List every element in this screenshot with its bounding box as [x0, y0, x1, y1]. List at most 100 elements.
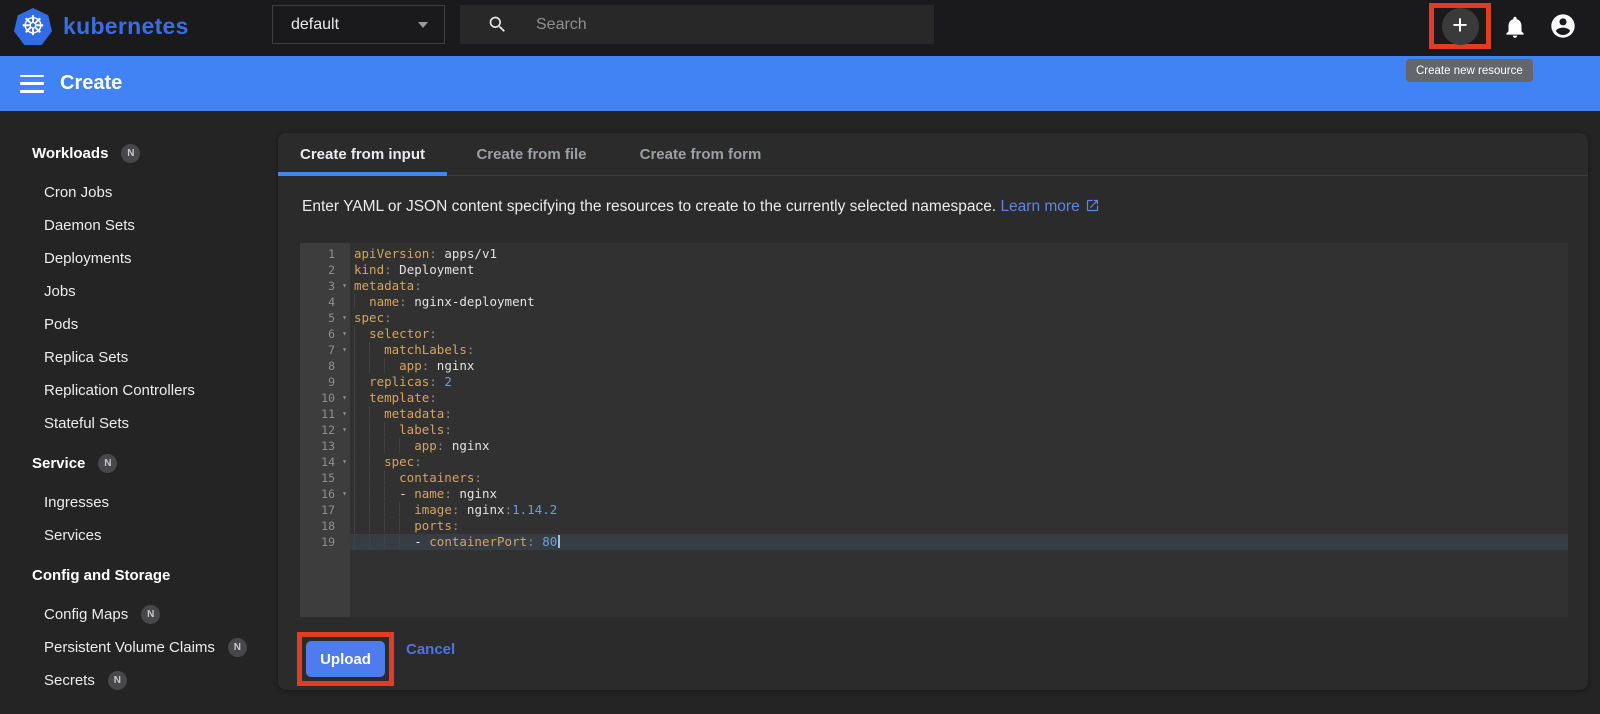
upload-button[interactable]: Upload [306, 641, 385, 677]
fold-arrow-icon[interactable]: ▾ [342, 454, 347, 470]
line-number: 8 [328, 359, 335, 373]
editor-gutter: 1 2 3 ▾ 4 5 ▾ 6 ▾ 7 ▾ 8 9 10 ▾ 11 ▾ 12 ▾ 13 14 ▾ 15 16 ▾ 17 18 19 [300, 243, 350, 617]
namespace-selector[interactable]: default [272, 5, 445, 44]
code-line-12: labels: [350, 422, 1568, 438]
app-bar: Create [0, 56, 1600, 111]
line-number: 15 [321, 471, 335, 485]
line-number: 6 ▾ [328, 326, 347, 342]
sidebar-item-pods[interactable]: Pods [0, 308, 278, 341]
search-placeholder: Search [536, 15, 587, 33]
sidebar-nav: Workloads N Cron Jobs Daemon Sets Deployment… [0, 111, 278, 714]
yaml-editor[interactable]: 1 2 3 ▾ 4 5 ▾ 6 ▾ 7 ▾ 8 9 10 ▾ 11 ▾ 12 ▾ 13 14 ▾ 15 16 ▾ 17 18 19 a… [300, 243, 1568, 617]
sidebar-item-label: Jobs [44, 283, 76, 300]
create-description: Enter YAML or JSON content specifying th… [302, 198, 1100, 218]
description-text: Enter YAML or JSON content specifying th… [302, 198, 997, 215]
code-line-3: metadata: [354, 278, 422, 293]
sidebar-item-persistent-volume-claims[interactable]: Persistent Volume Claims N [0, 631, 278, 664]
line-number: 2 [328, 263, 335, 277]
sidebar-item-label: Pods [44, 316, 79, 333]
tab-bar: Create from input Create from file Create … [278, 133, 1588, 176]
tab-create-from-form[interactable]: Create from form [616, 133, 785, 175]
sidebar-item-cron-jobs[interactable]: Cron Jobs [0, 176, 278, 209]
code-line-14: spec: [350, 454, 1568, 470]
account-button[interactable] [1549, 12, 1577, 40]
sidebar-item-jobs[interactable]: Jobs [0, 275, 278, 308]
sidebar-item-label: Daemon Sets [44, 217, 135, 234]
notifications-button[interactable] [1501, 13, 1529, 41]
kubernetes-logo[interactable]: ☸ kubernetes [14, 8, 189, 45]
line-number: 10 ▾ [321, 390, 347, 406]
tooltip-create-new-resource: Create new resource [1406, 59, 1533, 82]
sidebar-item-label: Services [44, 527, 102, 544]
line-number: 18 [321, 519, 335, 533]
code-line-15: containers: [350, 470, 1568, 486]
fold-arrow-icon[interactable]: ▾ [342, 326, 347, 342]
sidebar-section-service[interactable]: Service N [32, 453, 278, 473]
sidebar-item-config-maps[interactable]: Config Maps N [0, 598, 278, 631]
logo-text: kubernetes [63, 13, 189, 39]
line-number: 7 ▾ [328, 342, 347, 358]
search-icon [487, 14, 508, 35]
hamburger-icon [20, 74, 44, 78]
code-line-2: kind: Deployment [354, 262, 475, 277]
code-line-8: app: nginx [350, 358, 1568, 374]
bell-icon [1502, 14, 1528, 40]
code-line-9: replicas: 2 [350, 374, 1568, 390]
line-number: 19 [321, 535, 335, 549]
fold-arrow-icon[interactable]: ▾ [342, 422, 347, 438]
line-number: 9 [328, 375, 335, 389]
top-bar: ☸ kubernetes default Search + [0, 0, 1600, 56]
fold-arrow-icon[interactable]: ▾ [342, 310, 347, 326]
new-badge: N [141, 605, 161, 624]
chevron-down-icon [418, 21, 428, 28]
line-number: 5 ▾ [328, 310, 347, 326]
new-badge: N [98, 453, 118, 473]
sidebar-item-daemon-sets[interactable]: Daemon Sets [0, 209, 278, 242]
code-line-11: metadata: [350, 406, 1568, 422]
account-circle-icon [1549, 12, 1577, 40]
tab-create-from-file[interactable]: Create from file [447, 133, 616, 175]
sidebar-item-label: Persistent Volume Claims [44, 639, 215, 656]
code-line-6: selector: [350, 326, 1568, 342]
namespace-value: default [291, 15, 340, 33]
sidebar-section-workloads[interactable]: Workloads N [32, 143, 278, 163]
create-card: Create from input Create from file Create … [278, 133, 1588, 690]
menu-button[interactable] [20, 74, 44, 93]
line-number: 16 ▾ [321, 486, 347, 502]
sidebar-item-label: Stateful Sets [44, 415, 130, 432]
fold-arrow-icon[interactable]: ▾ [342, 406, 347, 422]
fold-arrow-icon[interactable]: ▾ [342, 486, 347, 502]
sidebar-item-replication-controllers[interactable]: Replication Controllers [0, 374, 278, 407]
line-number: 4 [328, 295, 335, 309]
line-number: 14 ▾ [321, 454, 347, 470]
sidebar-item-replica-sets[interactable]: Replica Sets [0, 341, 278, 374]
new-badge: N [121, 143, 141, 163]
sidebar-item-secrets[interactable]: Secrets N [0, 664, 278, 697]
fold-arrow-icon[interactable]: ▾ [342, 390, 347, 406]
line-number: 1 [328, 247, 335, 261]
code-line-17: image: nginx:1.14.2 [350, 502, 1568, 518]
page-title: Create [60, 72, 123, 94]
cancel-button[interactable]: Cancel [406, 641, 455, 658]
sidebar-item-stateful-sets[interactable]: Stateful Sets [0, 407, 278, 440]
fold-arrow-icon[interactable]: ▾ [342, 342, 347, 358]
code-line-4: name: nginx-deployment [350, 294, 1568, 310]
sidebar-item-deployments[interactable]: Deployments [0, 242, 278, 275]
fold-arrow-icon[interactable]: ▾ [342, 278, 347, 294]
annotation-box-add: + [1429, 3, 1491, 49]
search-input[interactable]: Search [460, 5, 934, 44]
section-label: Service [32, 454, 86, 472]
editor-code: apiVersion: apps/v1 kind: Deployment metad… [350, 243, 1568, 617]
line-number: 17 [321, 503, 335, 517]
sidebar-item-label: Ingresses [44, 494, 110, 511]
create-new-resource-button[interactable]: + [1441, 7, 1479, 45]
sidebar-item-services[interactable]: Services [0, 519, 278, 552]
code-line-18: ports: [350, 518, 1568, 534]
tab-create-from-input[interactable]: Create from input [278, 133, 447, 176]
sidebar-section-config-and-storage[interactable]: Config and Storage [32, 565, 278, 585]
sidebar-item-label: Secrets [44, 672, 95, 689]
sidebar-item-ingresses[interactable]: Ingresses [0, 486, 278, 519]
code-line-1: apiVersion: apps/v1 [354, 246, 498, 261]
learn-more-link[interactable]: Learn more [1000, 198, 1099, 215]
section-label: Workloads [32, 144, 109, 162]
